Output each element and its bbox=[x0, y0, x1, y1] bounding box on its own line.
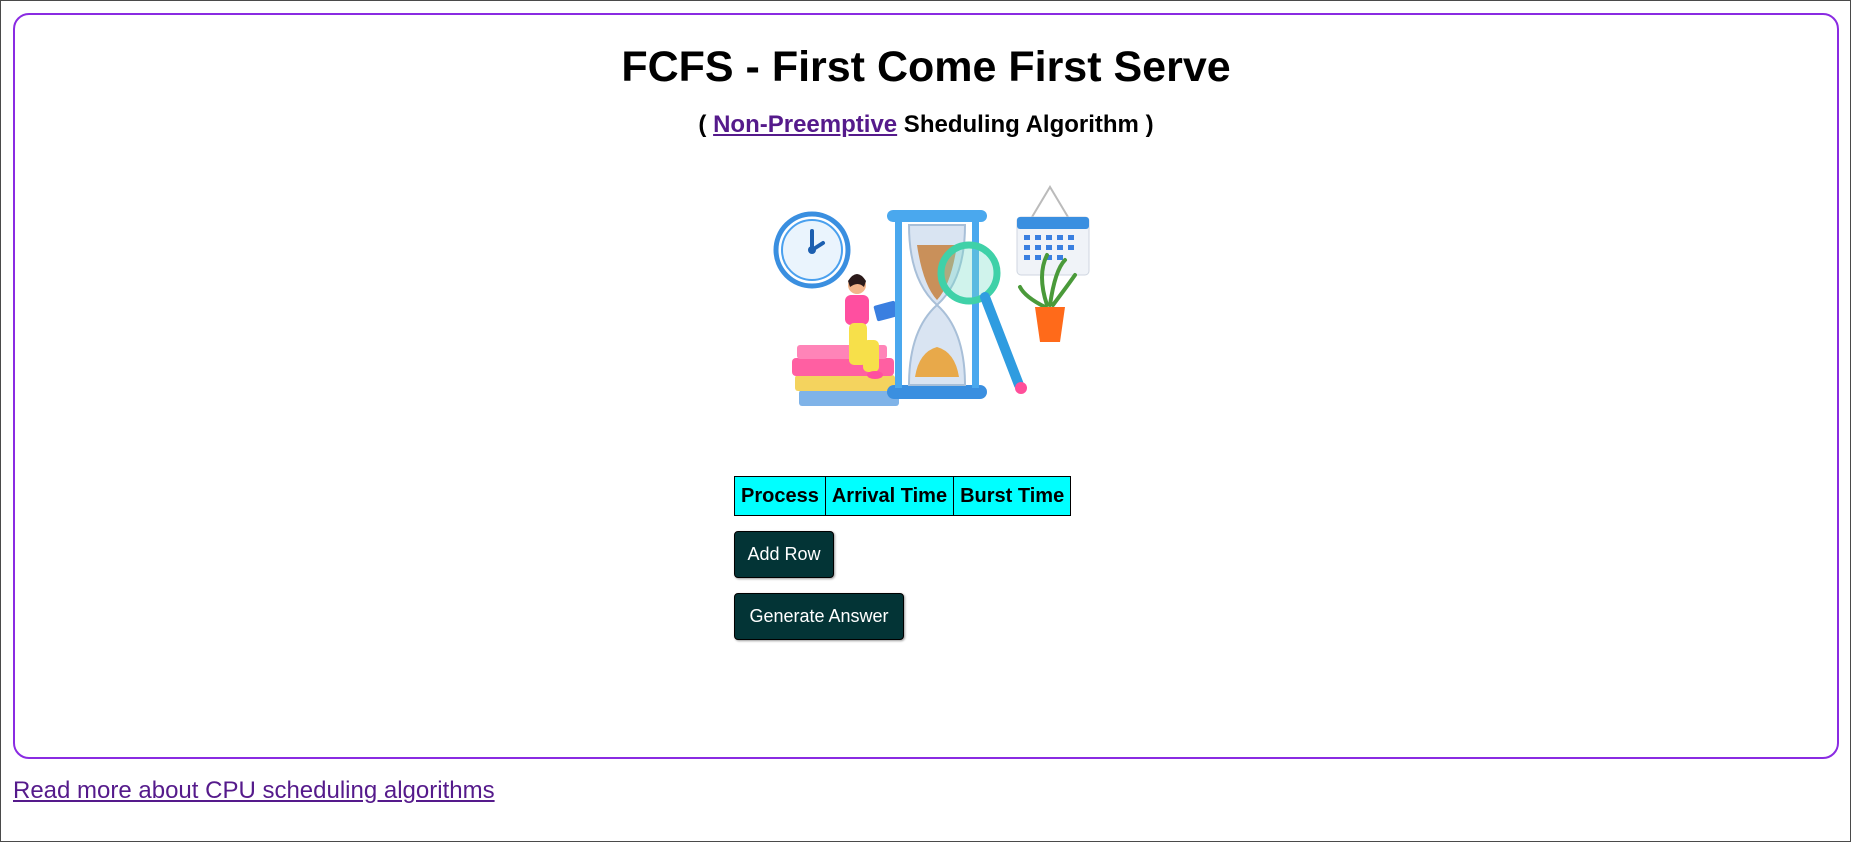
column-header-arrival-time: Arrival Time bbox=[824, 476, 955, 516]
read-more-link[interactable]: Read more about CPU scheduling algorithm… bbox=[13, 777, 495, 805]
generate-answer-button[interactable]: Generate Answer bbox=[734, 593, 904, 640]
person-on-books-icon bbox=[792, 274, 899, 406]
clock-icon bbox=[773, 211, 851, 289]
page-subtitle: ( Non-Preemptive Sheduling Algorithm ) bbox=[15, 111, 1837, 139]
hourglass-icon bbox=[887, 210, 987, 399]
column-header-burst-time: Burst Time bbox=[953, 476, 1072, 516]
process-table: Process Arrival Time Burst Time bbox=[734, 476, 1072, 516]
calendar-icon bbox=[1016, 185, 1090, 276]
column-header-process: Process bbox=[734, 476, 826, 516]
page-title: FCFS - First Come First Serve bbox=[621, 43, 1231, 91]
scheduling-illustration bbox=[773, 185, 1090, 406]
table-header-row: Process Arrival Time Burst Time bbox=[734, 476, 1072, 516]
subtitle-open: ( bbox=[698, 111, 714, 138]
non-preemptive-link[interactable]: Non-Preemptive bbox=[713, 111, 897, 138]
add-row-button[interactable]: Add Row bbox=[734, 531, 834, 578]
main-card: FCFS - First Come First Serve ( Non-Pree… bbox=[13, 13, 1839, 759]
subtitle-rest: Sheduling Algorithm ) bbox=[897, 111, 1154, 138]
